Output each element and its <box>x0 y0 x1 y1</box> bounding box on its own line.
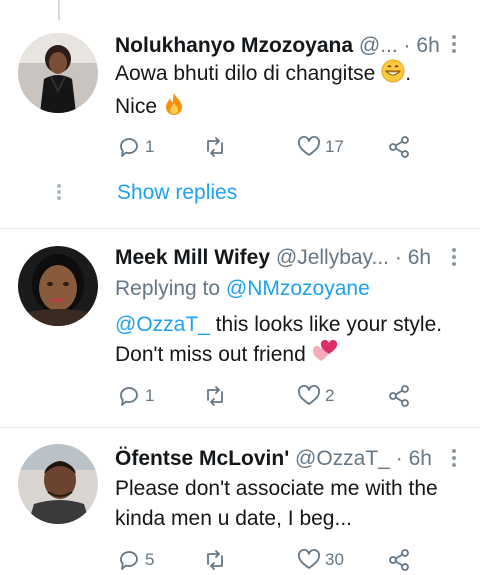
retweet-icon <box>207 137 223 157</box>
reply-button[interactable]: 1 <box>117 132 154 162</box>
tweet-text-line: kinda men u date, I beg... <box>115 507 352 530</box>
tweet-text: @OzzaT_ this looks like your style. Don'… <box>115 310 460 373</box>
tweet-text-line: Please don't associate me with the <box>115 477 438 500</box>
share-button[interactable] <box>387 381 411 411</box>
hearts-emoji <box>312 339 338 373</box>
separator: · <box>394 246 402 269</box>
tweet-header: Nolukhanyo Mzozoyana @... · 6h <box>115 31 444 61</box>
display-name[interactable]: Meek Mill Wifey <box>115 246 270 269</box>
timestamp[interactable]: 6h <box>408 246 431 269</box>
more-icon[interactable] <box>450 32 458 56</box>
more-icon[interactable] <box>450 245 458 269</box>
avatar[interactable] <box>18 33 98 113</box>
fire-emoji <box>163 92 185 125</box>
display-name[interactable]: Nolukhanyo Mzozoyana <box>115 34 353 57</box>
share-button[interactable] <box>387 545 411 575</box>
grinning-emoji <box>381 59 405 92</box>
display-name[interactable]: Öfentse McLovin' <box>115 447 289 470</box>
replying-to: Replying to @NMzozoyane <box>115 274 460 304</box>
share-icon <box>389 549 409 571</box>
handle[interactable]: @... <box>359 34 398 57</box>
like-icon <box>298 385 320 405</box>
tweet-text-line: this looks like your style. <box>209 313 443 336</box>
more-icon[interactable] <box>450 446 458 470</box>
avatar-image <box>18 246 98 326</box>
retweet-button[interactable] <box>203 545 231 575</box>
handle[interactable]: @Jellybay... <box>276 246 389 269</box>
tweet[interactable]: Öfentse McLovin' @OzzaT_ · 6h Please don… <box>0 428 480 571</box>
like-button[interactable]: 17 <box>297 132 344 162</box>
reply-count: 5 <box>145 550 155 569</box>
reply-button[interactable]: 5 <box>117 545 154 575</box>
retweet-icon <box>207 386 223 406</box>
tweet-text: Please don't associate me with the kinda… <box>115 474 460 534</box>
like-icon <box>298 136 320 156</box>
tweet-header: Meek Mill Wifey @Jellybay... · 6h <box>115 243 444 273</box>
separator: · <box>403 34 411 57</box>
tweet-actions: 1 17 <box>115 132 435 162</box>
reply-icon <box>120 551 138 570</box>
reply-button[interactable]: 1 <box>117 381 154 411</box>
timestamp[interactable]: 6h <box>416 34 439 57</box>
avatar-image <box>18 444 98 524</box>
thread-continuation-dots <box>56 182 62 202</box>
tweet[interactable]: Nolukhanyo Mzozoyana @... · 6h Aowa bhut… <box>0 0 480 230</box>
reply-count: 1 <box>145 386 155 405</box>
share-icon <box>389 385 409 407</box>
avatar[interactable] <box>18 444 98 524</box>
show-replies-link[interactable]: Show replies <box>117 178 237 208</box>
like-button[interactable]: 30 <box>297 545 344 575</box>
reply-icon <box>120 138 138 157</box>
share-icon <box>389 136 409 158</box>
like-button[interactable]: 2 <box>297 381 334 411</box>
like-count: 30 <box>325 550 344 569</box>
retweet-button[interactable] <box>203 132 231 162</box>
like-count: 17 <box>325 137 344 156</box>
handle[interactable]: @OzzaT_ <box>295 447 390 470</box>
tweet[interactable]: Meek Mill Wifey @Jellybay... · 6h Replyi… <box>0 229 480 427</box>
retweet-icon <box>207 550 223 570</box>
replying-to-handle[interactable]: @NMzozoyane <box>226 277 370 300</box>
tweet-text-line: Nice <box>115 95 158 118</box>
tweet-text-line: Don't miss out friend <box>115 343 306 366</box>
reply-count: 1 <box>145 137 155 156</box>
like-count: 2 <box>325 386 335 405</box>
separator: · <box>395 447 403 470</box>
timestamp[interactable]: 6h <box>409 447 432 470</box>
retweet-button[interactable] <box>203 381 231 411</box>
mention-link[interactable]: @OzzaT_ <box>115 313 210 336</box>
avatar[interactable] <box>18 246 98 326</box>
tweet-text: Aowa bhuti dilo di changitse . Nice <box>115 59 460 125</box>
tweet-actions: 5 30 <box>115 545 435 575</box>
reply-icon <box>120 387 138 406</box>
tweet-header: Öfentse McLovin' @OzzaT_ · 6h <box>115 444 444 474</box>
share-button[interactable] <box>387 132 411 162</box>
replying-to-label: Replying to <box>115 277 221 300</box>
tweet-actions: 1 2 <box>115 381 435 411</box>
avatar-image <box>18 33 98 113</box>
like-icon <box>298 549 320 569</box>
tweet-text-line: Aowa bhuti dilo di changitse <box>115 62 376 85</box>
